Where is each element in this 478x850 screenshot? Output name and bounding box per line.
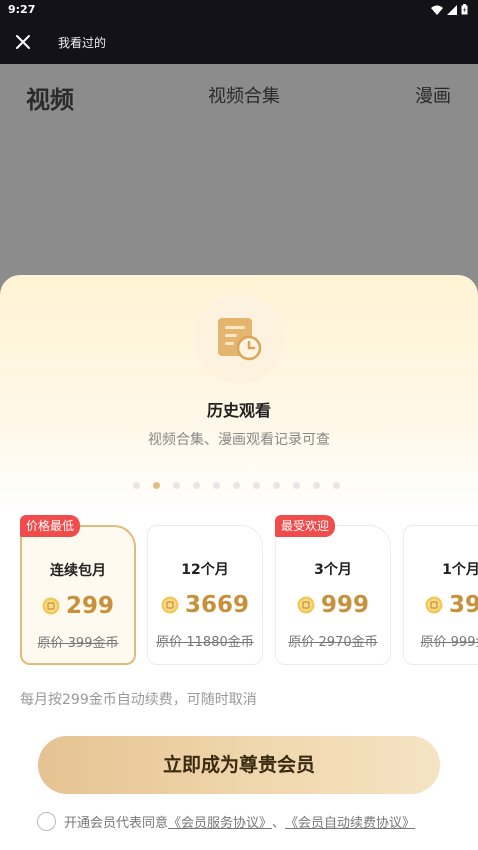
agreement-row: 开通会员代表同意 《会员服务协议》 、 《会员自动续费协议》 <box>37 812 415 831</box>
plan-price-row: 399 <box>404 592 478 618</box>
carousel-dot[interactable] <box>153 482 160 489</box>
feature-icon-circle <box>194 294 284 384</box>
carousel-indicator <box>133 482 340 489</box>
tab-video-collection[interactable]: 视频合集 <box>208 82 280 108</box>
carousel-dot[interactable] <box>133 482 140 489</box>
plan-badge: 价格最低 <box>20 515 81 537</box>
become-member-button[interactable]: 立即成为尊贵会员 <box>38 736 440 794</box>
status-icons <box>431 4 468 15</box>
membership-sheet: 历史观看 视频合集、漫画观看记录可查 连续包月 299 原价 399金币 价格最低 12… <box>0 275 478 850</box>
agreement-prefix: 开通会员代表同意 <box>64 816 169 831</box>
auto-renew-agreement-link[interactable]: 《会员自动续费协议》 <box>285 812 415 831</box>
feature-title: 历史观看 <box>206 401 271 420</box>
tab-comic[interactable]: 漫画 <box>415 82 451 108</box>
carousel-dot[interactable] <box>273 482 280 489</box>
auto-renew-note: 每月按299金币自动续费，可随时取消 <box>20 692 257 708</box>
carousel-dot[interactable] <box>213 482 220 489</box>
plan-original-price: 原价 399金币 <box>37 636 119 651</box>
plan-badge: 最受欢迎 <box>275 515 336 537</box>
feature-description: 视频合集、漫画观看记录可查 <box>148 432 330 448</box>
carousel-dot[interactable] <box>233 482 240 489</box>
plan-list[interactable]: 连续包月 299 原价 399金币 价格最低 12个月 3669 原价 11880金币 3个月… <box>0 515 478 665</box>
page-title: 我看过的 <box>58 36 107 50</box>
service-agreement-link[interactable]: 《会员服务协议》 <box>168 812 272 831</box>
top-app-bar: 我看过的 <box>0 20 478 64</box>
close-icon[interactable] <box>12 31 34 53</box>
status-bar: 9:27 <box>0 0 478 20</box>
agree-checkbox[interactable] <box>37 812 56 831</box>
plan-card[interactable]: 连续包月 299 原价 399金币 <box>20 525 136 665</box>
battery-icon <box>461 4 468 15</box>
tab-video[interactable]: 视频 <box>26 80 74 115</box>
plan-price: 399 <box>448 592 478 618</box>
carousel-dot[interactable] <box>293 482 300 489</box>
plan-original-price: 原价 2970金币 <box>288 635 378 650</box>
carousel-dot[interactable] <box>173 482 180 489</box>
carousel-dot[interactable] <box>313 482 320 489</box>
coin-icon <box>161 596 179 614</box>
plan-original-price: 原价 999金币 <box>420 635 478 650</box>
plan-price-row: 999 <box>276 592 390 618</box>
carousel-dot[interactable] <box>193 482 200 489</box>
agreement-separator: 、 <box>272 816 286 831</box>
plan-name: 1个月 <box>442 562 478 578</box>
coin-icon <box>42 597 60 615</box>
plan-card[interactable]: 12个月 3669 原价 11880金币 <box>147 525 263 665</box>
plan-price: 3669 <box>184 592 249 618</box>
carousel-dot[interactable] <box>253 482 260 489</box>
coin-icon <box>297 596 315 614</box>
plan-name: 3个月 <box>314 562 352 578</box>
plan-card[interactable]: 1个月 399 原价 999金币 <box>403 525 478 665</box>
plan-price: 299 <box>65 593 114 619</box>
signal-icon <box>447 4 457 15</box>
status-time: 9:27 <box>8 3 36 16</box>
plan-original-price: 原价 11880金币 <box>156 635 254 650</box>
plan-price: 999 <box>320 592 369 618</box>
plan-card[interactable]: 3个月 999 原价 2970金币 <box>275 525 391 665</box>
wifi-icon <box>431 5 443 15</box>
history-document-icon <box>218 318 262 361</box>
plan-price-row: 299 <box>22 593 134 619</box>
plan-name: 12个月 <box>181 562 229 578</box>
plan-price-row: 3669 <box>148 592 262 618</box>
plan-name: 连续包月 <box>50 563 106 579</box>
coin-icon <box>425 596 443 614</box>
carousel-dot[interactable] <box>333 482 340 489</box>
